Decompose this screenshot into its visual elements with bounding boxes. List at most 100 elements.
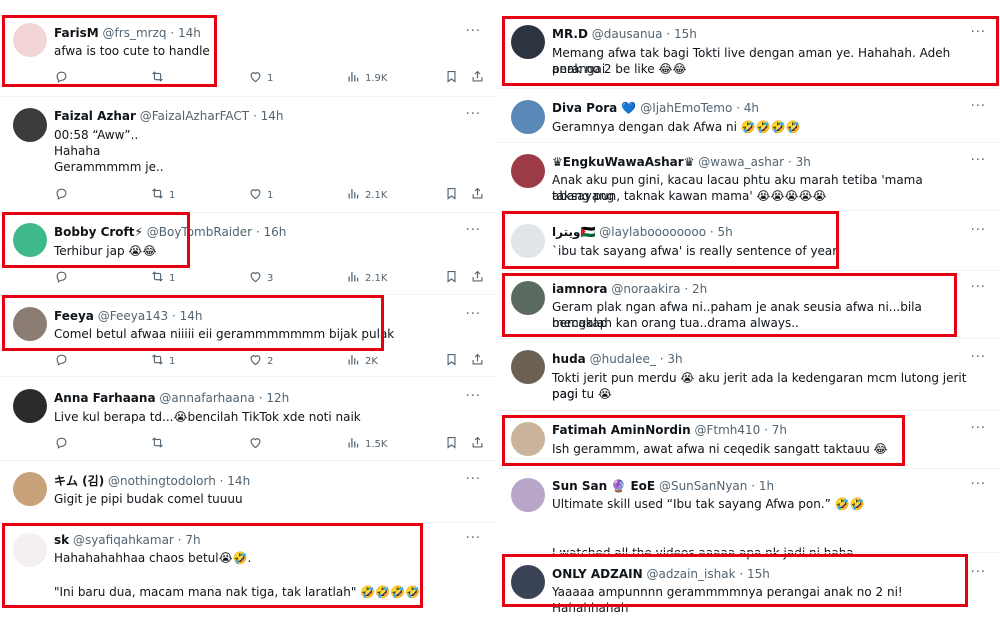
display-name[interactable]: iamnora [552,282,608,296]
more-icon[interactable]: ··· [971,26,986,39]
avatar[interactable] [511,478,545,512]
handle[interactable]: @SunSanNyan [659,479,747,493]
retweet-button[interactable]: 1 [150,186,175,204]
more-icon[interactable]: ··· [466,532,481,545]
timestamp[interactable]: · 4h [736,101,759,115]
tweet[interactable]: キム (김) @nothingtodolorh · 14h ··· Gigit je… [0,460,495,523]
display-name[interactable]: Faizal Azhar [54,109,136,123]
display-name[interactable]: ONLY ADZAIN [552,567,643,581]
more-icon[interactable]: ··· [466,473,481,486]
display-name[interactable]: FarisM [54,26,99,40]
tweet[interactable]: Feeya @Feeya143 · 14h ··· Comel betul afwa… [0,294,495,377]
handle[interactable]: @FaizalAzharFACT [140,109,249,123]
like-button[interactable]: 2 [248,352,273,370]
more-icon[interactable]: ··· [466,108,481,121]
more-icon[interactable]: ··· [971,478,986,491]
timestamp[interactable]: · 1h [751,479,774,493]
display-name[interactable]: Anna Farhaana [54,391,156,405]
handle[interactable]: @syafiqahkamar [73,533,174,547]
tweet[interactable]: FarisM @frs_mrzq · 14h ··· afwa is too cut… [0,0,495,96]
display-name[interactable]: huda [552,352,586,366]
timestamp[interactable]: · 7h [764,423,787,437]
display-name[interactable]: Bobby Croft⚡ [54,225,143,239]
handle[interactable]: @Feeya143 [98,309,168,323]
like-button[interactable]: 1 [248,186,273,204]
timestamp[interactable]: · 16h [256,225,287,239]
avatar[interactable] [511,154,545,188]
timestamp[interactable]: · 3h [788,155,811,169]
more-icon[interactable]: ··· [971,566,986,579]
handle[interactable]: @annafarhaana [159,391,255,405]
handle[interactable]: @Ftmh410 [695,423,761,437]
retweet-button[interactable] [150,69,169,87]
reply-button[interactable] [54,186,73,204]
display-name[interactable]: sk [54,533,69,547]
avatar[interactable] [511,565,545,599]
like-button[interactable] [248,435,267,453]
tweet[interactable]: ويترا🇵🇸 @laylaboooooooo · 5h ··· `ibu tak … [498,210,1000,271]
more-icon[interactable]: ··· [971,224,986,237]
bookmark-button[interactable] [444,435,459,453]
handle[interactable]: @BoyTombRaider [147,225,252,239]
more-icon[interactable]: ··· [971,100,986,113]
share-button[interactable] [470,435,485,453]
like-button[interactable]: 3 [248,269,273,287]
tweet[interactable]: MR.D @dausanua · 15h ··· Memang afwa tak b… [498,0,1000,88]
retweet-button[interactable]: 1 [150,352,175,370]
bookmark-button[interactable] [444,69,459,87]
display-name[interactable]: Fatimah AminNordin [552,423,691,437]
avatar[interactable] [13,472,47,506]
timestamp[interactable]: · 15h [666,27,697,41]
avatar[interactable] [511,281,545,315]
more-icon[interactable]: ··· [466,308,481,321]
reply-button[interactable] [54,269,73,287]
share-button[interactable] [470,352,485,370]
display-name[interactable]: Feeya [54,309,94,323]
avatar[interactable] [13,533,47,567]
tweet[interactable]: Faizal Azhar @FaizalAzharFACT · 14h ··· 00… [0,96,495,213]
tweet[interactable]: sk @syafiqahkamar · 7h ··· Hahahahahhaa ch… [0,522,495,623]
avatar[interactable] [511,100,545,134]
tweet[interactable]: huda @hudalee_ · 3h ··· Tokti jerit pun me… [498,338,1000,411]
reply-button[interactable] [54,352,73,370]
avatar[interactable] [511,25,545,59]
more-icon[interactable]: ··· [971,351,986,364]
more-icon[interactable]: ··· [971,281,986,294]
display-name[interactable]: ويترا🇵🇸 [552,225,595,239]
timestamp[interactable]: · 12h [259,391,290,405]
reply-button[interactable] [54,69,73,87]
handle[interactable]: @IjahEmoTemo [640,101,732,115]
handle[interactable]: @nothingtodolorh [108,474,216,488]
avatar[interactable] [511,224,545,258]
bookmark-button[interactable] [444,269,459,287]
handle[interactable]: @dausanua [592,27,663,41]
tweet[interactable]: Bobby Croft⚡ @BoyTombRaider · 16h ··· Terh… [0,212,495,295]
retweet-button[interactable] [150,435,169,453]
tweet[interactable]: Diva Pora 💙 @IjahEmoTemo · 4h ··· Geramnya… [498,88,1000,143]
timestamp[interactable]: · 14h [170,26,201,40]
tweet[interactable]: Fatimah AminNordin @Ftmh410 · 7h ··· Ish g… [498,410,1000,469]
avatar[interactable] [13,223,47,257]
tweet[interactable]: Anna Farhaana @annafarhaana · 12h ··· Live… [0,376,495,461]
more-icon[interactable]: ··· [971,154,986,167]
share-button[interactable] [470,186,485,204]
avatar[interactable] [13,389,47,423]
retweet-button[interactable]: 1 [150,269,175,287]
bookmark-button[interactable] [444,352,459,370]
display-name[interactable]: Diva Pora 💙 [552,101,636,115]
timestamp[interactable]: · 15h [739,567,770,581]
more-icon[interactable]: ··· [466,390,481,403]
avatar[interactable] [13,108,47,142]
reply-button[interactable] [54,435,73,453]
handle[interactable]: @noraakira [611,282,680,296]
avatar[interactable] [13,307,47,341]
tweet[interactable]: ♛EngkuWawaAshar♛ @wawa_ashar · 3h ··· Anak… [498,142,1000,211]
more-icon[interactable]: ··· [971,422,986,435]
handle[interactable]: @hudalee_ [590,352,656,366]
timestamp[interactable]: · 5h [710,225,733,239]
timestamp[interactable]: · 2h [684,282,707,296]
handle[interactable]: @frs_mrzq [103,26,167,40]
views-button[interactable]: 2K [346,352,378,370]
timestamp[interactable]: · 14h [220,474,251,488]
more-icon[interactable]: ··· [466,25,481,38]
